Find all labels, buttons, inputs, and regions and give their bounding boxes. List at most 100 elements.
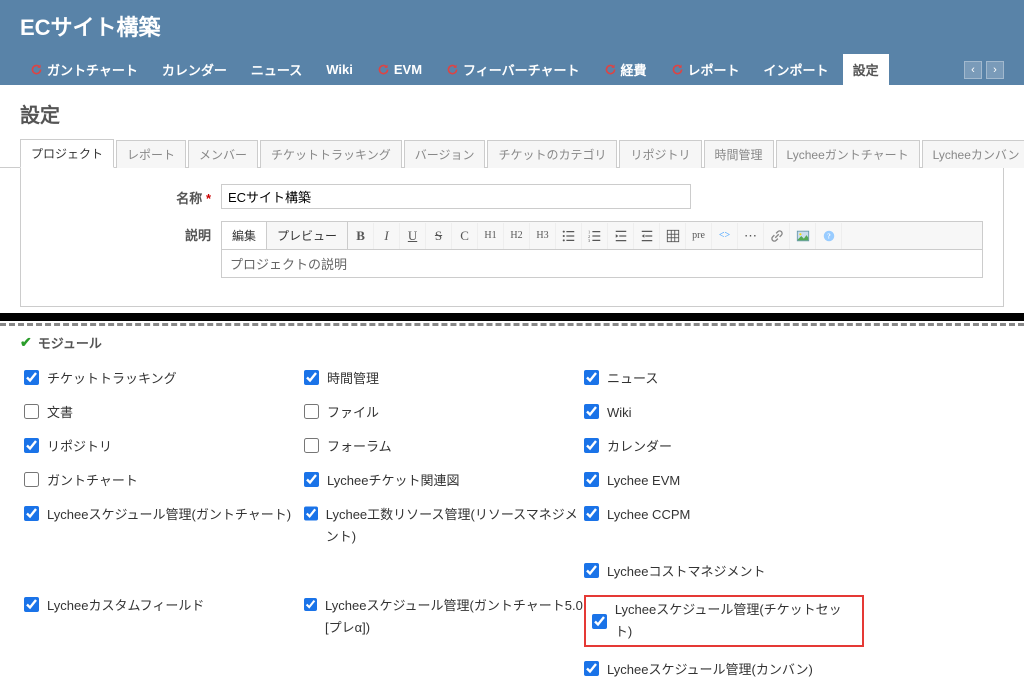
h2-button[interactable]: H2: [504, 223, 530, 249]
module-checkbox[interactable]: [304, 438, 319, 453]
ul-button[interactable]: [556, 223, 582, 249]
module-label[interactable]: 時間管理: [327, 368, 379, 390]
code-button[interactable]: C: [452, 223, 478, 249]
name-input[interactable]: [221, 184, 691, 209]
italic-button[interactable]: I: [374, 223, 400, 249]
sub-tab[interactable]: リポジトリ: [619, 140, 701, 168]
table-button[interactable]: [660, 223, 686, 249]
help-button[interactable]: ?: [816, 223, 842, 249]
main-tab[interactable]: 設定: [843, 54, 889, 85]
module-label[interactable]: Lycheeカスタムフィールド: [47, 595, 204, 617]
h3-button[interactable]: H3: [530, 223, 556, 249]
module-checkbox[interactable]: [24, 472, 39, 487]
tabs-prev-button[interactable]: ‹: [964, 61, 982, 79]
main-tab[interactable]: フィーバーチャート: [436, 54, 589, 85]
sub-tab[interactable]: Lycheeカンバン: [922, 140, 1024, 168]
strike-button[interactable]: S: [426, 223, 452, 249]
codeblock-button[interactable]: <>: [712, 223, 738, 249]
module-label[interactable]: 文書: [47, 402, 73, 424]
link-button[interactable]: [764, 223, 790, 249]
module-item: 文書: [24, 398, 304, 428]
module-label[interactable]: ファイル: [327, 402, 379, 424]
image-button[interactable]: [790, 223, 816, 249]
module-checkbox[interactable]: [304, 472, 319, 487]
module-checkbox[interactable]: [584, 661, 599, 676]
outdent-button[interactable]: [608, 223, 634, 249]
main-tab[interactable]: EVM: [367, 56, 432, 83]
main-tab[interactable]: ガントチャート: [20, 54, 148, 85]
module-label[interactable]: リポジトリ: [47, 436, 112, 458]
sub-tab[interactable]: Lycheeガントチャート: [776, 140, 920, 168]
main-tab[interactable]: インポート: [754, 54, 839, 85]
module-checkbox[interactable]: [24, 597, 39, 612]
module-checkbox[interactable]: [584, 438, 599, 453]
editor-tab-edit[interactable]: 編集: [222, 222, 267, 249]
module-label[interactable]: Lycheeコストマネジメント: [607, 561, 765, 583]
module-checkbox[interactable]: [304, 370, 319, 385]
sub-tab[interactable]: プロジェクト: [20, 139, 114, 168]
module-label[interactable]: Lychee CCPM: [607, 504, 690, 526]
refresh-icon: [671, 63, 684, 76]
module-item: ニュース: [584, 364, 864, 394]
module-checkbox[interactable]: [592, 614, 607, 629]
module-label[interactable]: チケットトラッキング: [47, 368, 177, 390]
module-checkbox[interactable]: [24, 438, 39, 453]
ol-button[interactable]: 123: [582, 223, 608, 249]
pre-button[interactable]: pre: [686, 223, 712, 249]
svg-text:?: ?: [827, 232, 831, 240]
module-checkbox[interactable]: [304, 506, 318, 521]
sub-tab[interactable]: バージョン: [404, 140, 486, 168]
module-checkbox[interactable]: [584, 563, 599, 578]
sub-tab[interactable]: 時間管理: [704, 140, 774, 168]
sub-tab[interactable]: チケットトラッキング: [260, 140, 402, 168]
tabs-next-button[interactable]: ›: [986, 61, 1004, 79]
module-checkbox[interactable]: [24, 404, 39, 419]
module-checkbox[interactable]: [584, 472, 599, 487]
module-label[interactable]: Lycheeスケジュール管理(カンバン): [607, 659, 813, 681]
editor-tab-preview[interactable]: プレビュー: [267, 222, 348, 249]
module-label[interactable]: Lycheeスケジュール管理(チケットセット): [615, 599, 856, 643]
module-checkbox[interactable]: [304, 597, 317, 612]
module-label[interactable]: カレンダー: [607, 436, 672, 458]
main-tab-label: フィーバーチャート: [463, 60, 579, 79]
module-item: Lycheeスケジュール管理(チケットセット): [584, 591, 864, 651]
section-divider: [0, 313, 1024, 329]
h1-button[interactable]: H1: [478, 223, 504, 249]
sub-tab[interactable]: メンバー: [188, 140, 258, 168]
main-tab[interactable]: レポート: [661, 54, 750, 85]
module-label[interactable]: Lychee工数リソース管理(リソースマネジメント): [326, 504, 584, 548]
module-label[interactable]: Lycheeスケジュール管理(ガントチャート): [47, 504, 291, 526]
main-tab[interactable]: ニュース: [241, 54, 312, 85]
module-label[interactable]: ガントチャート: [47, 470, 138, 492]
module-label[interactable]: Lycheeチケット関連図: [327, 470, 459, 492]
module-label[interactable]: Lychee EVM: [607, 470, 680, 492]
module-item: Lycheeコストマネジメント: [584, 557, 864, 587]
bold-button[interactable]: B: [348, 223, 374, 249]
underline-button[interactable]: U: [400, 223, 426, 249]
main-tab[interactable]: 経費: [594, 54, 657, 85]
module-item: Lycheeカスタムフィールド: [24, 591, 304, 651]
module-label[interactable]: ニュース: [607, 368, 658, 390]
main-tab-label: カレンダー: [162, 60, 227, 79]
module-checkbox[interactable]: [304, 404, 319, 419]
desc-textarea[interactable]: プロジェクトの説明: [221, 250, 983, 278]
module-checkbox[interactable]: [584, 404, 599, 419]
module-checkbox[interactable]: [584, 370, 599, 385]
module-checkbox[interactable]: [24, 370, 39, 385]
main-tab[interactable]: カレンダー: [152, 54, 237, 85]
module-item: ファイル: [304, 398, 584, 428]
module-checkbox[interactable]: [584, 506, 599, 521]
indent-button[interactable]: [634, 223, 660, 249]
module-label[interactable]: フォーラム: [327, 436, 392, 458]
module-checkbox[interactable]: [24, 506, 39, 521]
sub-tab[interactable]: レポート: [116, 140, 186, 168]
sub-tab[interactable]: チケットのカテゴリ: [487, 140, 617, 168]
module-label[interactable]: Wiki: [607, 402, 632, 424]
more-button[interactable]: ⋯: [738, 223, 764, 249]
project-title: ECサイト構築: [20, 10, 1004, 54]
main-tab[interactable]: Wiki: [316, 56, 363, 83]
module-item: フォーラム: [304, 432, 584, 462]
module-label[interactable]: Lycheeスケジュール管理(ガントチャート5.0 [プレα]): [325, 595, 584, 639]
modules-title: ✔ モジュール: [20, 333, 1004, 352]
module-item: Lychee EVM: [584, 466, 864, 496]
